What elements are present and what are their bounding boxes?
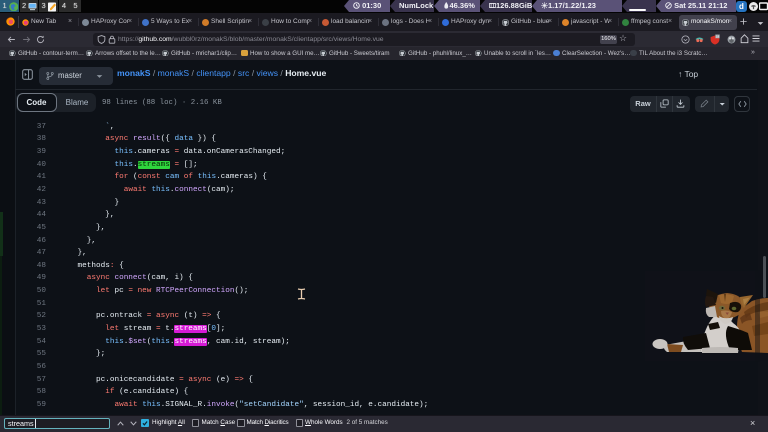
svg-text:18: 18: [716, 34, 720, 38]
